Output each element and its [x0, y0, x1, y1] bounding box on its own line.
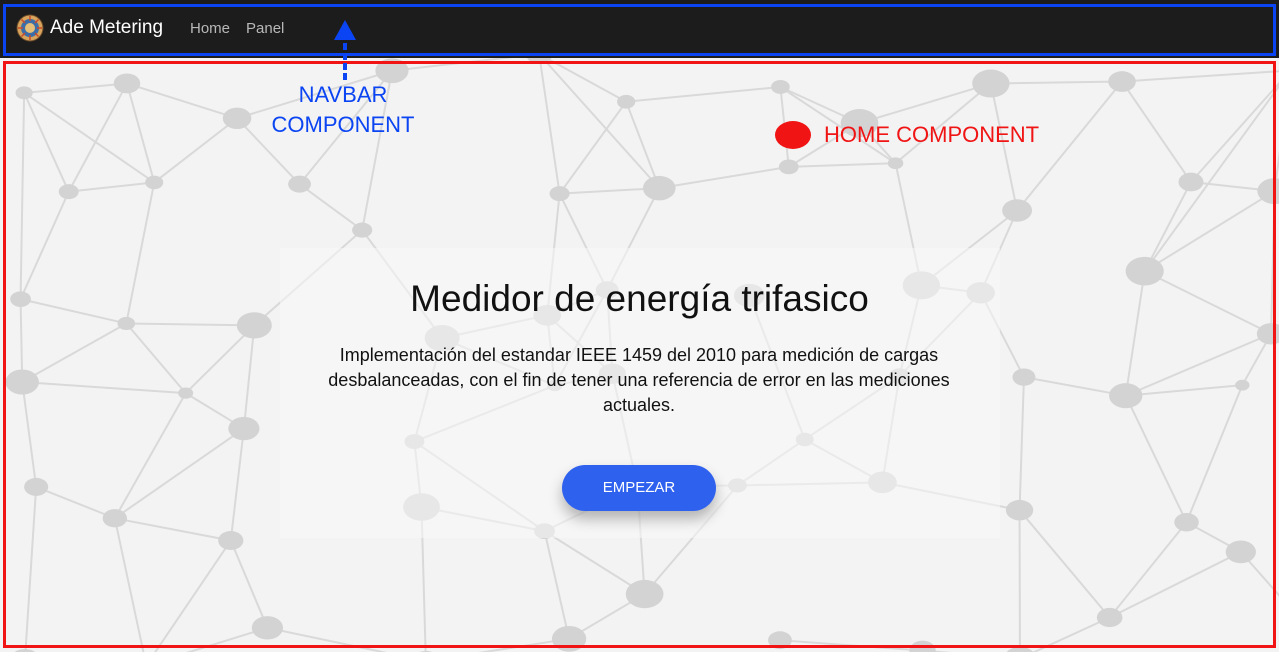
navbar-annotation-label: NAVBAR COMPONENT [271, 82, 415, 137]
home-section: Medidor de energía trifasico Implementac… [0, 58, 1279, 652]
nav-link-home[interactable]: Home [190, 20, 230, 38]
hero-title: Medidor de energía trifasico [410, 278, 869, 319]
navbar-annotation: NAVBAR COMPONENT [243, 80, 443, 140]
arrow-up-icon [334, 20, 356, 80]
home-annotation-label: HOME COMPONENT [824, 122, 1040, 147]
home-annotation-dot [775, 121, 811, 149]
brand-logo-icon[interactable] [16, 14, 44, 42]
start-button[interactable]: EMPEZAR [562, 465, 716, 511]
brand-name[interactable]: Ade Metering [50, 16, 163, 40]
navbar: Ade Metering Home Panel [0, 0, 1279, 58]
nav-link-panel[interactable]: Panel [246, 20, 284, 38]
hero-description: Implementación del estandar IEEE 1459 de… [328, 345, 950, 415]
